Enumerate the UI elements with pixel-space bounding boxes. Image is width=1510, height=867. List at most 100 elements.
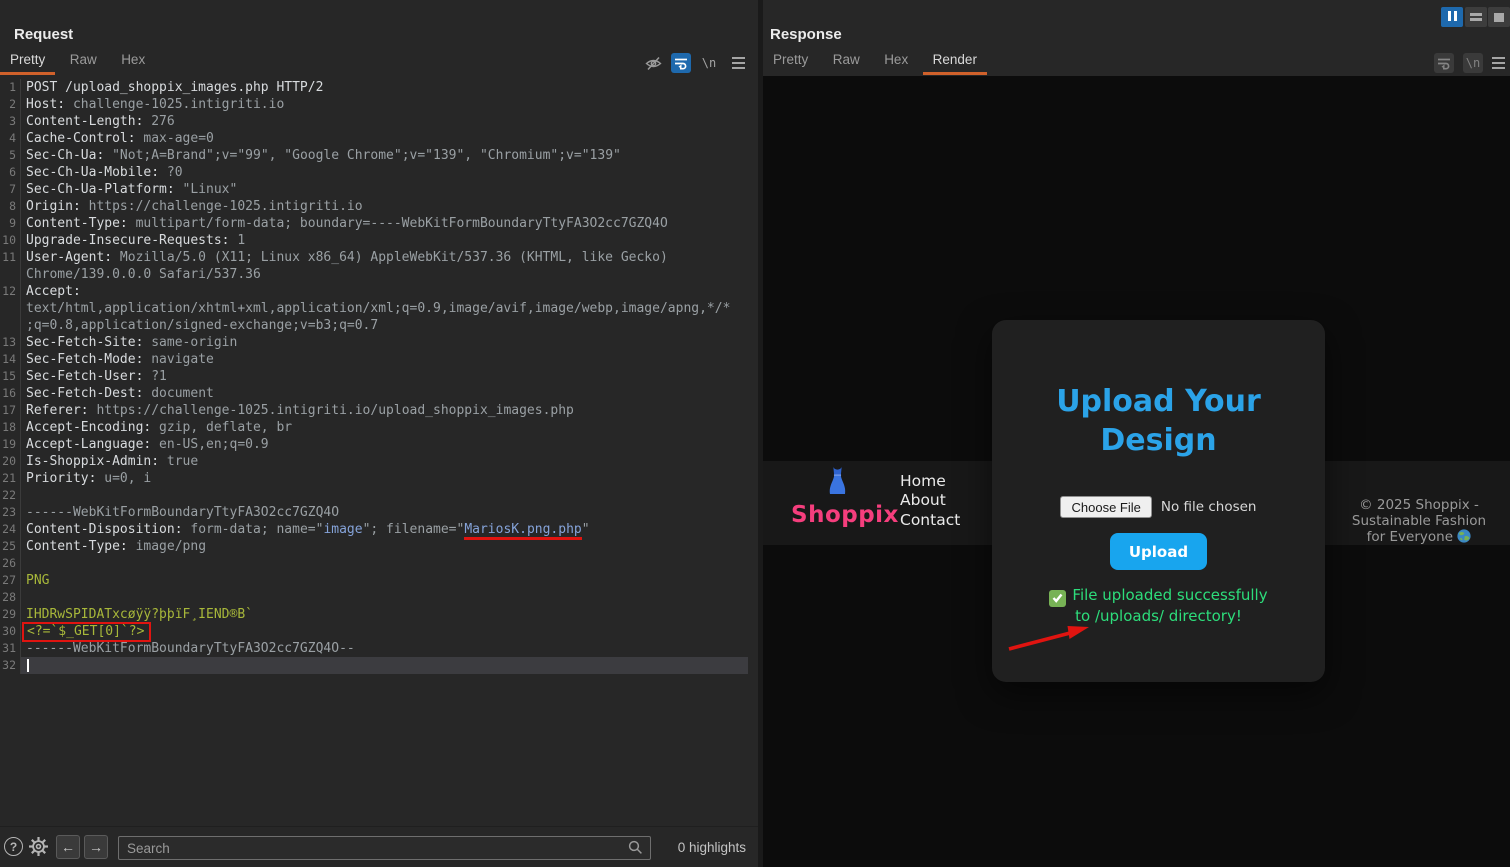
request-line[interactable]: 10Upgrade-Insecure-Requests: 1 [0, 232, 748, 249]
request-tab-hex[interactable]: Hex [111, 49, 155, 75]
line-number [0, 317, 21, 334]
response-tab-render[interactable]: Render [923, 49, 987, 75]
request-line[interactable]: 31------WebKitFormBoundaryTtyFA3O2cc7GZQ… [0, 640, 748, 657]
check-icon [1049, 590, 1066, 607]
columns-layout-icon[interactable] [1441, 7, 1463, 27]
request-line[interactable]: 8Origin: https://challenge-1025.intigrit… [0, 198, 748, 215]
request-line[interactable]: 3Content-Length: 276 [0, 113, 748, 130]
request-line[interactable]: 1POST /upload_shoppix_images.php HTTP/2 [0, 79, 748, 96]
line-number: 27 [0, 572, 21, 589]
line-number: 13 [0, 334, 21, 351]
request-line[interactable]: 25Content-Type: image/png [0, 538, 748, 555]
editor-menu-icon[interactable] [728, 53, 748, 73]
search-input[interactable] [118, 836, 651, 860]
rows-layout-icon[interactable] [1465, 7, 1487, 27]
show-newlines-icon-disabled: \n [1463, 53, 1483, 73]
request-line[interactable]: 17Referer: https://challenge-1025.intigr… [0, 402, 748, 419]
request-line[interactable]: 18Accept-Encoding: gzip, deflate, br [0, 419, 748, 436]
request-line[interactable]: 32 [0, 657, 748, 674]
request-line[interactable]: 20Is-Shoppix-Admin: true [0, 453, 748, 470]
render-footer: © 2025 Shoppix - Sustainable Fashion for… [1343, 497, 1495, 545]
next-match-button[interactable]: → [84, 835, 108, 859]
request-line[interactable]: 22 [0, 487, 748, 504]
upload-button[interactable]: Upload [1110, 533, 1207, 570]
request-line[interactable]: 23------WebKitFormBoundaryTtyFA3O2cc7GZQ… [0, 504, 748, 521]
request-line[interactable]: 15Sec-Fetch-User: ?1 [0, 368, 748, 385]
response-tab-pretty[interactable]: Pretty [763, 49, 818, 75]
render-nav-links: Home About Contact [900, 472, 960, 530]
hide-highlights-icon[interactable] [643, 53, 663, 73]
single-layout-icon[interactable] [1488, 7, 1510, 27]
request-line[interactable]: 28 [0, 589, 748, 606]
choose-file-button[interactable]: Choose File [1060, 496, 1151, 518]
line-number: 12 [0, 283, 21, 300]
word-wrap-icon-disabled [1434, 53, 1454, 73]
request-line[interactable]: 30<?=`$_GET[0]`?> [0, 623, 748, 640]
response-panel: Response Pretty Raw Hex Render \n [763, 0, 1510, 867]
line-number: 18 [0, 419, 21, 436]
request-line[interactable]: 21Priority: u=0, i [0, 470, 748, 487]
burp-repeater-window: Request Pretty Raw Hex \n [0, 0, 1510, 867]
request-line[interactable]: 27PNG [0, 572, 748, 589]
nav-link-contact[interactable]: Contact [900, 511, 960, 530]
render-brand[interactable]: Shoppix [791, 466, 883, 528]
line-number: 21 [0, 470, 21, 487]
line-number: 32 [0, 657, 21, 674]
line-number: 1 [0, 79, 21, 96]
nav-link-about[interactable]: About [900, 491, 960, 510]
request-line[interactable]: 16Sec-Fetch-Dest: document [0, 385, 748, 402]
line-number: 22 [0, 487, 21, 504]
request-line[interactable]: 9Content-Type: multipart/form-data; boun… [0, 215, 748, 232]
upload-card: Upload Your Design Choose File No file c… [992, 320, 1325, 682]
previous-match-button[interactable]: ← [56, 835, 80, 859]
request-line[interactable]: 24Content-Disposition: form-data; name="… [0, 521, 748, 538]
line-number: 24 [0, 521, 21, 538]
request-editor[interactable]: 1POST /upload_shoppix_images.php HTTP/22… [0, 76, 758, 826]
request-line[interactable]: 2Host: challenge-1025.intigriti.io [0, 96, 748, 113]
request-tab-raw[interactable]: Raw [60, 49, 107, 75]
response-title: Response [770, 26, 842, 43]
response-tab-hex[interactable]: Hex [874, 49, 918, 75]
file-input-row: Choose File No file chosen [992, 496, 1325, 518]
request-line[interactable]: 4Cache-Control: max-age=0 [0, 130, 748, 147]
line-number: 15 [0, 368, 21, 385]
line-number: 14 [0, 351, 21, 368]
line-number [0, 266, 21, 283]
request-title: Request [14, 26, 73, 43]
editor-menu-icon[interactable] [1488, 53, 1508, 73]
request-line[interactable]: 19Accept-Language: en-US,en;q=0.9 [0, 436, 748, 453]
globe-icon [1457, 529, 1471, 543]
request-line[interactable]: 29IHDRwSPIDATxcøÿÿ?þþïF¸IEND®B` [0, 606, 748, 623]
request-line[interactable]: text/html,application/xhtml+xml,applicat… [0, 300, 748, 317]
line-number: 7 [0, 181, 21, 198]
response-tab-raw[interactable]: Raw [823, 49, 870, 75]
file-chosen-status: No file chosen [1161, 499, 1257, 515]
request-line[interactable]: 26 [0, 555, 748, 572]
text-caret [27, 659, 29, 672]
show-newlines-icon[interactable]: \n [699, 53, 719, 73]
request-line[interactable]: 7Sec-Ch-Ua-Platform: "Linux" [0, 181, 748, 198]
line-number: 2 [0, 96, 21, 113]
request-line[interactable]: 14Sec-Fetch-Mode: navigate [0, 351, 748, 368]
line-number: 4 [0, 130, 21, 147]
line-number: 10 [0, 232, 21, 249]
request-line[interactable]: ;q=0.8,application/signed-exchange;v=b3;… [0, 317, 748, 334]
request-line[interactable]: 13Sec-Fetch-Site: same-origin [0, 334, 748, 351]
request-tab-pretty[interactable]: Pretty [0, 49, 55, 75]
word-wrap-icon[interactable] [671, 53, 691, 73]
line-number: 6 [0, 164, 21, 181]
request-line[interactable]: 12Accept: [0, 283, 748, 300]
line-number [0, 300, 21, 317]
highlight-count: 0 highlights [678, 840, 746, 855]
request-line[interactable]: 5Sec-Ch-Ua: "Not;A=Brand";v="99", "Googl… [0, 147, 748, 164]
settings-gear-icon[interactable] [28, 836, 49, 862]
response-tab-row: Pretty Raw Hex Render [763, 49, 1510, 75]
request-panel: Request Pretty Raw Hex \n [0, 0, 758, 867]
request-line[interactable]: 11User-Agent: Mozilla/5.0 (X11; Linux x8… [0, 249, 748, 266]
help-icon[interactable]: ? [4, 837, 23, 856]
upload-success-message: File uploaded successfully to /uploads/ … [992, 586, 1325, 626]
nav-link-home[interactable]: Home [900, 472, 960, 491]
line-number: 3 [0, 113, 21, 130]
request-line[interactable]: 6Sec-Ch-Ua-Mobile: ?0 [0, 164, 748, 181]
request-line[interactable]: Chrome/139.0.0.0 Safari/537.36 [0, 266, 748, 283]
